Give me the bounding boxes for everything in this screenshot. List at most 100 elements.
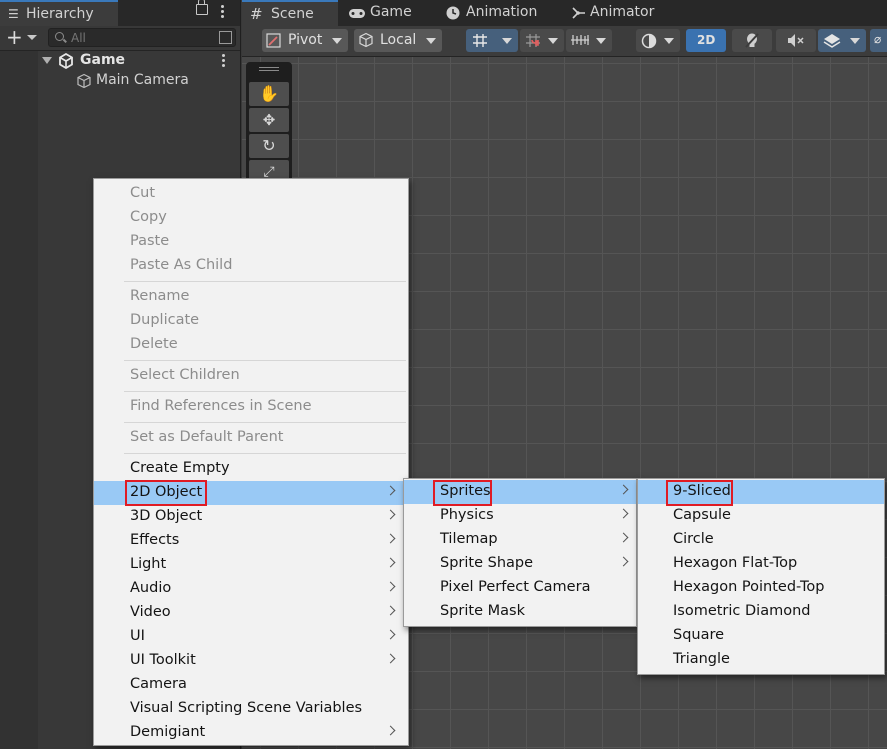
menu-item-label: Effects [130, 532, 180, 548]
chevron-down-icon [664, 38, 674, 44]
mute-icon [788, 34, 804, 47]
add-icon[interactable]: + [6, 27, 23, 47]
chevron-down-icon [850, 38, 860, 44]
list-icon: ☰ [8, 7, 19, 21]
menu-item-effects[interactable]: Effects [94, 529, 408, 553]
sprite-item-circle[interactable]: Circle [638, 528, 884, 552]
chevron-right-icon [385, 533, 396, 544]
menu-item-label: Find References in Scene [130, 398, 312, 414]
sprite-item-capsule[interactable]: Capsule [638, 504, 884, 528]
menu-item-set-as-default-parent[interactable]: Set as Default Parent [94, 426, 408, 450]
sprite-item-label: Hexagon Pointed-Top [673, 579, 825, 595]
unity-scene-icon [59, 53, 73, 69]
tab-animator[interactable]: Animator [566, 0, 676, 26]
chevron-down-icon[interactable] [27, 35, 37, 40]
sprite-item-hexagon-flat-top[interactable]: Hexagon Flat-Top [638, 552, 884, 576]
search-filter-icon[interactable] [219, 31, 232, 44]
local-dropdown[interactable]: Local [354, 29, 442, 52]
menu-item-3d-object[interactable]: 3D Object [94, 505, 408, 529]
menu-item-label: Light [130, 556, 167, 572]
chevron-right-icon [385, 605, 396, 616]
submenu-item-label: Sprite Mask [440, 603, 525, 619]
local-cube-icon [359, 32, 373, 48]
menu-item-create-empty[interactable]: Create Empty [94, 457, 408, 481]
snap-settings-toggle[interactable] [566, 29, 612, 52]
menu-item-find-references-in-scene[interactable]: Find References in Scene [94, 395, 408, 419]
hierarchy-gutter [0, 51, 38, 749]
annotation-box-9-sliced [666, 480, 733, 506]
menu-item-ui-toolkit[interactable]: UI Toolkit [94, 649, 408, 673]
scene-root-row[interactable]: Game [0, 51, 240, 71]
chevron-right-icon [618, 532, 629, 543]
sprite-item-hexagon-pointed-top[interactable]: Hexagon Pointed-Top [638, 576, 884, 600]
menu-item-camera[interactable]: Camera [94, 673, 408, 697]
sprite-item-square[interactable]: Square [638, 624, 884, 648]
tab-hierarchy[interactable]: ☰ Hierarchy [0, 0, 118, 26]
submenu-item-physics[interactable]: Physics [404, 504, 636, 528]
menu-item-label: Duplicate [130, 312, 200, 328]
tab-animation[interactable]: Animation [440, 0, 562, 26]
submenu-item-pixel-perfect-camera[interactable]: Pixel Perfect Camera [404, 576, 636, 600]
chevron-right-icon [618, 556, 629, 567]
chevron-right-icon [618, 484, 629, 495]
menu-item-duplicate[interactable]: Duplicate [94, 309, 408, 333]
menu-item-label: Copy [130, 209, 167, 225]
menu-item-paste[interactable]: Paste [94, 230, 408, 254]
increment-snap-toggle[interactable] [520, 29, 564, 52]
menu-separator [124, 422, 406, 423]
menu-item-ui[interactable]: UI [94, 625, 408, 649]
menu-item-label: Set as Default Parent [130, 429, 284, 445]
effects-dropdown[interactable] [818, 29, 866, 52]
menu-item-delete[interactable]: Delete [94, 333, 408, 357]
menu-item-demigiant[interactable]: Demigiant [94, 721, 408, 745]
tab-scene[interactable]: # Scene [242, 0, 338, 26]
submenu-item-label: Tilemap [440, 531, 498, 547]
mode-2d-toggle[interactable]: 2D [686, 29, 726, 52]
pivot-dropdown[interactable]: Pivot [262, 29, 348, 52]
grid-snap-toggle[interactable] [466, 29, 518, 52]
mode-2d-label: 2D [697, 33, 716, 47]
drag-handle-icon[interactable] [259, 67, 279, 71]
submenu-item-label: Physics [440, 507, 494, 523]
sprite-item-triangle[interactable]: Triangle [638, 648, 884, 672]
sprite-item-isometric-diamond[interactable]: Isometric Diamond [638, 600, 884, 624]
sprite-item-label: Triangle [673, 651, 730, 667]
shading-sphere-icon [641, 33, 657, 49]
chevron-right-icon [618, 508, 629, 519]
search-input[interactable] [71, 29, 211, 46]
menu-item-light[interactable]: Light [94, 553, 408, 577]
pivot-icon [266, 33, 281, 48]
scene-visibility-toggle[interactable]: ⌀ [870, 29, 887, 52]
grid-snap-icon [473, 34, 487, 47]
expand-arrow-icon[interactable] [42, 57, 52, 64]
tab-animation-label: Animation [466, 4, 538, 20]
menu-item-rename[interactable]: Rename [94, 285, 408, 309]
menu-item-paste-as-child[interactable]: Paste As Child [94, 254, 408, 278]
menu-item-copy[interactable]: Copy [94, 206, 408, 230]
submenu-item-sprite-shape[interactable]: Sprite Shape [404, 552, 636, 576]
menu-item-cut[interactable]: Cut [94, 182, 408, 206]
lock-icon[interactable] [196, 0, 208, 15]
menu-item-audio[interactable]: Audio [94, 577, 408, 601]
submenu-sprites: 9-Sliced Capsule Circle Hexagon Flat-Top Hex… [637, 478, 885, 675]
menu-item-video[interactable]: Video [94, 601, 408, 625]
hierarchy-item-main-camera[interactable]: Main Camera [0, 71, 240, 91]
hand-tool-icon[interactable]: ✋ [249, 82, 289, 106]
submenu-item-tilemap[interactable]: Tilemap [404, 528, 636, 552]
lighting-toggle[interactable] [732, 29, 772, 52]
audio-toggle[interactable] [776, 29, 816, 52]
submenu-item-sprite-mask[interactable]: Sprite Mask [404, 600, 636, 624]
animator-icon [572, 7, 585, 19]
chevron-down-icon [596, 38, 606, 44]
scene-toolbar: Pivot Local 2D ⌀ [242, 26, 887, 57]
move-tool-icon[interactable]: ✥ [249, 108, 289, 132]
menu-item-visual-scripting-scene-variables[interactable]: Visual Scripting Scene Variables [94, 697, 408, 721]
menu-item-select-children[interactable]: Select Children [94, 364, 408, 388]
hierarchy-tab-bar: ☰ Hierarchy [0, 0, 240, 26]
rotate-tool-icon[interactable]: ↻ [249, 134, 289, 158]
scene-options-icon[interactable] [222, 53, 226, 69]
draw-mode-dropdown[interactable] [636, 29, 680, 52]
more-options-icon[interactable] [221, 4, 225, 20]
tab-game[interactable]: Game [342, 0, 436, 26]
search-field[interactable] [48, 28, 236, 47]
